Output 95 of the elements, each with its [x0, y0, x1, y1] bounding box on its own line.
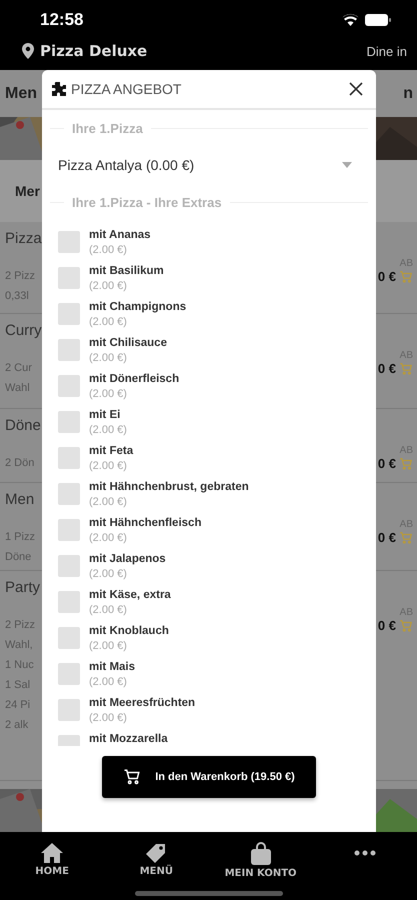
product-title: Curry — [5, 322, 43, 339]
cart-icon — [399, 530, 413, 544]
extra-price: (2.00 €) — [89, 531, 128, 545]
cart-icon — [123, 768, 142, 786]
section-legend: Ihre 1.Pizza — [64, 120, 151, 136]
extra-name: mit Meeresfrüchten — [89, 696, 196, 711]
extra-name: mit Ananas — [89, 228, 151, 243]
product-price: 0 € — [378, 530, 396, 545]
extra-price: (2.00 €) — [89, 315, 128, 329]
product-description: 1 Nuc — [5, 658, 35, 672]
product-description: 1 Sal — [5, 678, 32, 692]
checkbox[interactable] — [58, 447, 80, 469]
product-price: 0 € — [378, 269, 396, 284]
puzzle-icon — [52, 82, 66, 96]
dialog-title: PIZZA ANGEBOT — [71, 81, 182, 97]
extra-price: (2.00 €) — [89, 459, 128, 473]
checkbox[interactable] — [58, 519, 80, 541]
pizza-select[interactable]: Pizza Antalya (0.00 €) — [50, 146, 368, 184]
checkbox[interactable] — [58, 303, 80, 325]
extra-price: (2.00 €) — [89, 351, 128, 365]
product-price: 0 € — [378, 361, 396, 376]
extra-name: mit Champignons — [89, 300, 186, 315]
store-name: Pizza Deluxe — [40, 42, 148, 60]
home-icon — [40, 842, 64, 864]
order-mode[interactable]: Dine in — [366, 44, 407, 58]
extra-name: mit Hähnchenbrust, gebraten — [89, 480, 249, 495]
menu-heading: n — [403, 84, 413, 102]
battery-icon — [365, 14, 391, 26]
product-description: 2 Pizz — [5, 618, 36, 632]
product-description: 1 Pizz — [5, 530, 36, 544]
close-button[interactable] — [348, 81, 364, 97]
checkbox[interactable] — [58, 375, 80, 397]
product-description: 2 Pizz — [5, 269, 36, 283]
checkbox[interactable] — [58, 663, 80, 685]
checkbox[interactable] — [58, 699, 80, 721]
checkbox[interactable] — [58, 411, 80, 433]
location-pin-icon — [22, 43, 34, 59]
product-title: Party — [5, 579, 42, 596]
extra-name: mit Basilikum — [89, 264, 164, 279]
extra-price: (2.00 €) — [89, 567, 128, 581]
extra-price: (2.00 €) — [89, 675, 128, 689]
caret-icon — [342, 162, 352, 168]
cart-icon — [399, 456, 413, 470]
product-description: 24 Pi — [5, 698, 32, 712]
product-description: Wahl — [5, 381, 31, 395]
extra-price: (2.00 €) — [89, 639, 128, 653]
product-description: Döne — [5, 550, 32, 564]
product-title: Döne — [5, 417, 42, 434]
nav-item[interactable]: HOME — [0, 842, 104, 900]
nav-item[interactable]: MENÜ — [104, 842, 208, 900]
extra-name: mit Chilisauce — [89, 336, 167, 351]
extra-name: mit Ei — [89, 408, 122, 423]
extra-price: (2.00 €) — [89, 279, 128, 293]
extra-name: mit Knoblauch — [89, 624, 169, 639]
product-title: Men — [5, 491, 36, 508]
wifi-icon — [342, 14, 359, 26]
checkbox[interactable] — [58, 555, 80, 577]
product-price: 0 € — [378, 456, 396, 471]
category-tab[interactable]: Mer — [5, 183, 40, 199]
extra-price: (2.00 €) — [89, 495, 128, 509]
extra-name: mit Mais — [89, 660, 136, 675]
product-description: 2 alk — [5, 718, 30, 732]
checkbox[interactable] — [58, 267, 80, 289]
checkbox[interactable] — [58, 339, 80, 361]
nav-item[interactable]: MEIN KONTO — [208, 842, 313, 900]
extra-price: (2.00 €) — [89, 423, 127, 437]
product-description: 2 Dön — [5, 456, 36, 470]
checkbox[interactable] — [58, 231, 80, 253]
bag-icon — [250, 842, 272, 866]
product-description: 2 Cur — [5, 361, 33, 375]
extra-name: mit Mozzarella — [89, 732, 168, 746]
extra-name: mit Hähnchenfleisch — [89, 516, 202, 531]
extra-name: mit Feta — [89, 444, 134, 459]
section-legend: Ihre 1.Pizza - Ihre Extras — [64, 194, 230, 210]
extra-price: (2.00 €) — [89, 603, 128, 617]
extra-name: mit Käse, extra — [89, 588, 171, 603]
extra-price: (2.00 €) — [89, 387, 128, 401]
add-to-cart-button[interactable]: In den Warenkorb (19.50 €) — [102, 756, 316, 798]
checkbox[interactable] — [58, 591, 80, 613]
extra-price: (2.00 €) — [89, 711, 128, 725]
checkbox[interactable] — [58, 627, 80, 649]
extra-name: mit Jalapenos — [89, 552, 166, 567]
status-time: 12:58 — [40, 10, 84, 30]
product-title: Pizza — [5, 230, 43, 247]
product-description: Wahl, — [5, 638, 34, 652]
checkbox[interactable] — [58, 483, 80, 505]
extra-price: (2.00 €) — [89, 243, 128, 257]
cart-icon — [399, 618, 413, 632]
product-price: 0 € — [378, 618, 396, 633]
product-description: 0,33l — [5, 289, 30, 303]
menu-heading: Men — [5, 84, 37, 102]
more-icon — [354, 850, 376, 856]
cart-icon — [399, 362, 413, 376]
cart-icon — [399, 270, 413, 284]
extra-name: mit Dönerfleisch — [89, 372, 180, 387]
